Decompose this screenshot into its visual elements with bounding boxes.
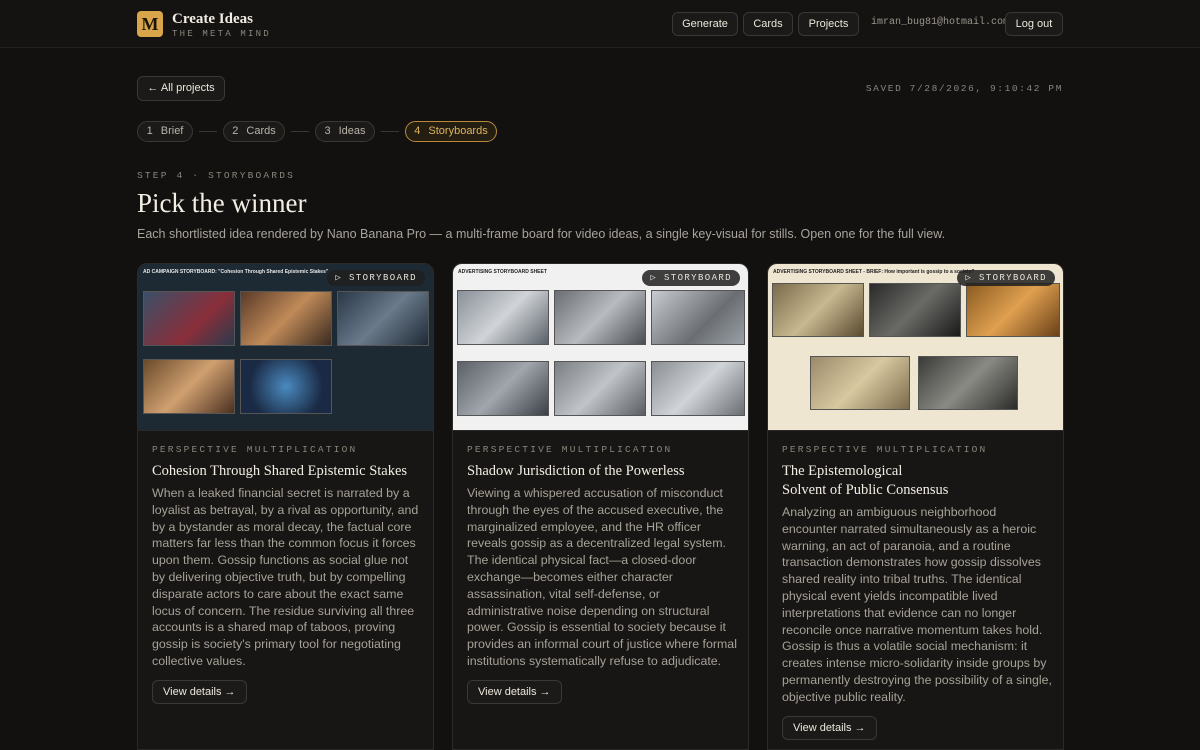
storyboard-frame	[810, 356, 910, 410]
step-number: 2	[232, 125, 239, 137]
nav-projects-button[interactable]: Projects	[798, 12, 859, 36]
card-body: PERSPECTIVE MULTIPLICATION Shadow Jurisd…	[467, 444, 737, 704]
storyboard-frame	[554, 290, 646, 345]
view-details-button[interactable]: View details →	[467, 679, 562, 704]
step-label: Cards	[246, 125, 276, 137]
storyboard-frame	[457, 361, 549, 416]
step-number: 3	[324, 125, 331, 137]
step-eyebrow: STEP 4 · STORYBOARDS	[137, 170, 296, 181]
storyboard-thumbnail[interactable]: ADVERTISING STORYBOARD SHEET ▷ STORYBOAR…	[453, 264, 748, 431]
card-tag: PERSPECTIVE MULTIPLICATION	[467, 444, 673, 455]
step-connector	[381, 131, 399, 132]
board-heading: ADVERTISING STORYBOARD SHEET	[458, 269, 547, 275]
brand-subtitle: THE META MIND	[172, 29, 271, 39]
storyboard-frame	[651, 361, 745, 416]
logout-button[interactable]: Log out	[1005, 12, 1063, 36]
storyboard-frame	[143, 359, 235, 414]
storyboard-card[interactable]: AD CAMPAIGN STORYBOARD: "Cohesion Throug…	[137, 263, 434, 750]
storyboard-badge: ▷ STORYBOARD	[327, 270, 425, 286]
all-projects-button[interactable]: ← All projects	[137, 76, 225, 101]
storyboard-thumbnail[interactable]: AD CAMPAIGN STORYBOARD: "Cohesion Throug…	[138, 264, 433, 431]
logo-icon[interactable]: M	[137, 11, 163, 37]
step-connector	[199, 131, 217, 132]
step-label: Brief	[160, 125, 184, 137]
card-description: Viewing a whispered accusation of miscon…	[467, 486, 737, 668]
page-description: Each shortlisted idea rendered by Nano B…	[137, 227, 946, 241]
saved-timestamp: SAVED 7/28/2026, 9:10:42 PM	[865, 83, 1063, 94]
step-connector	[291, 131, 309, 132]
view-details-button[interactable]: View details →	[152, 679, 247, 704]
storyboard-frame	[143, 291, 235, 346]
card-title: Cohesion Through Shared Epistemic Stakes	[152, 463, 408, 479]
storyboard-badge: ▷ STORYBOARD	[957, 270, 1055, 286]
user-email: imran_bug81@hotmail.com	[871, 17, 1010, 28]
card-title: The Epistemological Solvent of Public Co…	[782, 463, 949, 498]
top-bar: M Create Ideas THE META MIND Generate Ca…	[0, 0, 1200, 48]
step-number: 4	[414, 125, 421, 137]
step-ideas[interactable]: 3 Ideas	[315, 121, 375, 142]
card-description: When a leaked financial secret is narrat…	[152, 486, 419, 668]
storyboard-frame	[457, 290, 549, 345]
step-label: Ideas	[338, 125, 366, 137]
card-body: PERSPECTIVE MULTIPLICATION Cohesion Thro…	[152, 444, 422, 704]
nav-generate-button[interactable]: Generate	[672, 12, 738, 36]
storyboard-frame	[651, 290, 745, 345]
storyboard-card[interactable]: ADVERTISING STORYBOARD SHEET ▷ STORYBOAR…	[452, 263, 749, 750]
step-label: Storyboards	[428, 125, 488, 137]
board-heading: ADVERTISING STORYBOARD SHEET - BRIEF: Ho…	[773, 269, 975, 275]
view-details-button[interactable]: View details →	[782, 715, 877, 740]
storyboard-thumbnail[interactable]: ADVERTISING STORYBOARD SHEET - BRIEF: Ho…	[768, 264, 1063, 431]
card-body: PERSPECTIVE MULTIPLICATION The Epistemol…	[782, 444, 1052, 740]
step-number: 1	[146, 125, 153, 137]
card-tag: PERSPECTIVE MULTIPLICATION	[152, 444, 358, 455]
storyboard-frame	[918, 356, 1018, 410]
step-brief[interactable]: 1 Brief	[137, 121, 193, 142]
board-heading: AD CAMPAIGN STORYBOARD: "Cohesion Throug…	[143, 269, 329, 275]
card-title: Shadow Jurisdiction of the Powerless	[467, 463, 685, 479]
page-title: Pick the winner	[137, 188, 307, 218]
storyboard-frame	[554, 361, 646, 416]
storyboard-frame	[966, 283, 1060, 337]
brand-title: Create Ideas	[172, 11, 253, 27]
storyboard-frame	[337, 291, 429, 346]
storyboard-frame	[869, 283, 961, 337]
storyboard-frame	[240, 359, 332, 414]
storyboard-card[interactable]: ADVERTISING STORYBOARD SHEET - BRIEF: Ho…	[767, 263, 1064, 750]
storyboard-frame	[772, 283, 864, 337]
step-cards[interactable]: 2 Cards	[223, 121, 285, 142]
card-tag: PERSPECTIVE MULTIPLICATION	[782, 444, 988, 455]
card-description: Analyzing an ambiguous neighborhood enco…	[782, 505, 1052, 704]
storyboard-badge: ▷ STORYBOARD	[642, 270, 740, 286]
nav-cards-button[interactable]: Cards	[743, 12, 793, 36]
storyboard-frame	[240, 291, 332, 346]
step-storyboards[interactable]: 4 Storyboards	[405, 121, 497, 142]
